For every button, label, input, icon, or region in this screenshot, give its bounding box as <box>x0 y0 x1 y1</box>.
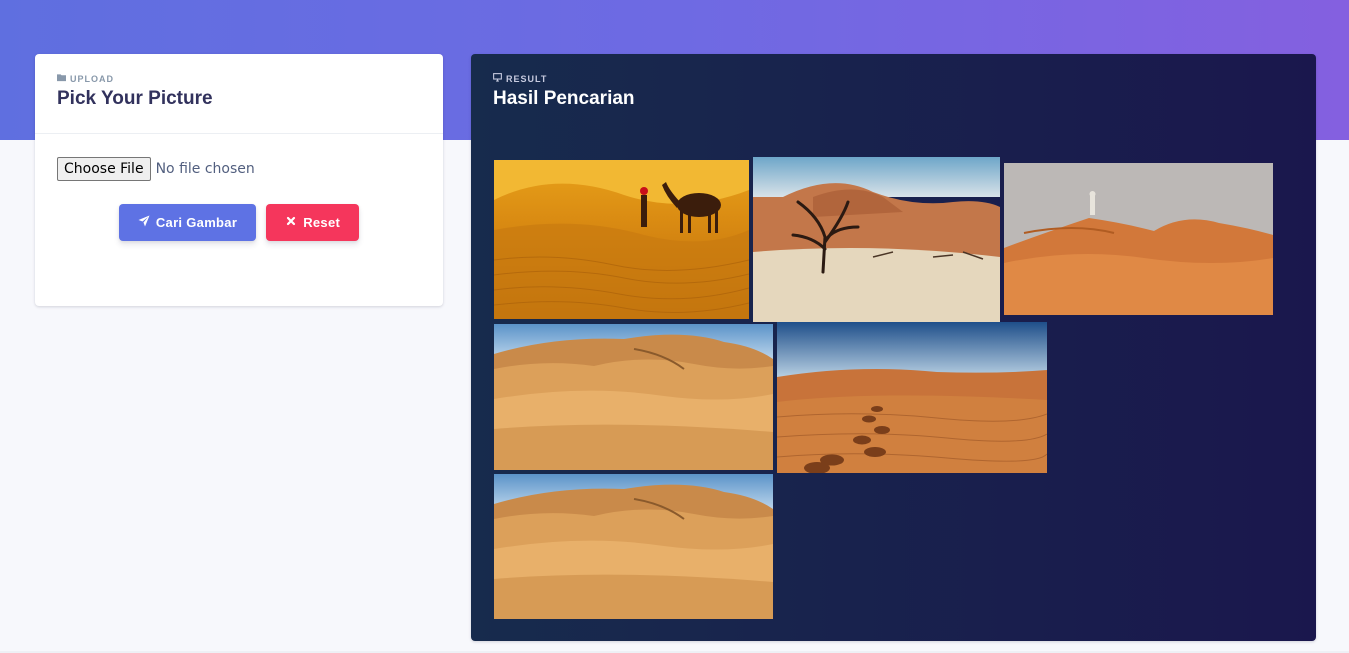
upload-card: UPLOAD Pick Your Picture Choose File No … <box>35 54 443 306</box>
desert-person-dune-image[interactable] <box>1004 163 1273 315</box>
result-card-title: Hasil Pencarian <box>493 88 635 109</box>
monitor-icon <box>493 73 502 84</box>
reset-button[interactable]: Reset <box>266 204 360 241</box>
upload-card-title: Pick Your Picture <box>57 88 213 109</box>
upload-eyebrow-label: UPLOAD <box>70 73 114 84</box>
upload-card-header: UPLOAD Pick Your Picture <box>35 54 443 134</box>
result-card-header: RESULT Hasil Pencarian <box>471 54 1316 110</box>
desert-dunes-image[interactable] <box>494 324 773 470</box>
upload-eyebrow: UPLOAD <box>57 73 421 84</box>
result-card: RESULT Hasil Pencarian <box>471 54 1316 641</box>
paper-plane-icon <box>138 215 150 230</box>
desert-dead-tree-image[interactable] <box>753 157 1000 322</box>
result-eyebrow-label: RESULT <box>506 73 548 84</box>
reset-button-label: Reset <box>303 215 341 230</box>
close-icon <box>285 215 297 230</box>
desert-dunes-image-2[interactable] <box>494 474 773 619</box>
search-image-button-label: Cari Gambar <box>155 215 238 230</box>
desert-footprints-image[interactable] <box>777 322 1047 473</box>
file-input[interactable]: Choose File No file chosen <box>57 156 421 182</box>
choose-file-button[interactable]: Choose File <box>57 157 151 181</box>
desert-camel-image[interactable] <box>494 160 749 319</box>
upload-actions: Cari Gambar Reset <box>57 204 421 241</box>
folder-icon <box>57 73 66 84</box>
result-eyebrow: RESULT <box>493 73 1294 84</box>
search-image-button[interactable]: Cari Gambar <box>118 204 257 241</box>
file-status-text: No file chosen <box>155 161 255 177</box>
upload-card-body: Choose File No file chosen Cari Gambar R… <box>35 134 443 241</box>
